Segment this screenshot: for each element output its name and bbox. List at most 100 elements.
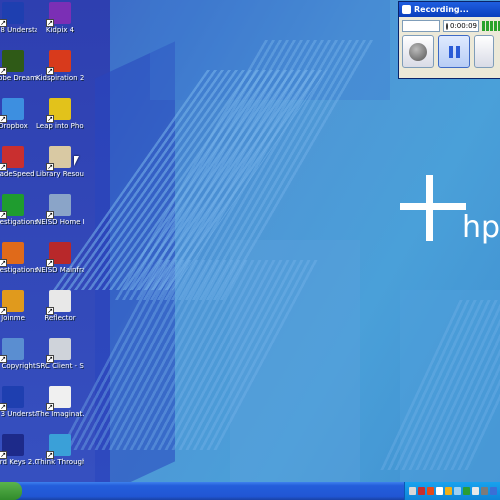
- elapsed-time-value: 0:00:09: [450, 22, 477, 30]
- dropbox-icon: ↗: [0, 98, 24, 123]
- shortcut-arrow-icon: ↗: [46, 19, 54, 27]
- tray-icon[interactable]: [418, 487, 425, 495]
- desktop-icon-label: Library Resources - ...: [36, 170, 84, 178]
- desktop-icon[interactable]: ↗NEISD Mainfra...: [36, 242, 84, 274]
- shortcut-arrow-icon: ↗: [0, 451, 7, 459]
- desktop-icon-label: Leap into Phonics: [36, 122, 84, 130]
- desktop-icon-label: Kidpix 4: [45, 26, 75, 34]
- shortcut-arrow-icon: ↗: [0, 355, 7, 363]
- globe-icon: ↗: [46, 194, 71, 219]
- tray-icon[interactable]: [463, 487, 470, 495]
- desktop-icon[interactable]: ↗4 - 8 Understandi...: [0, 2, 37, 34]
- tray-icon[interactable]: [472, 487, 479, 495]
- desktop-icon-label: NEISD Mainfra...: [36, 266, 84, 274]
- imagination-icon: ↗: [46, 386, 71, 411]
- desktop-icon[interactable]: ↗NEISD Home Page: [36, 194, 84, 226]
- mouse-cursor: [74, 156, 79, 166]
- desktop-icon-label: Word Keys 2.0: [0, 458, 37, 466]
- reflector-icon: ↗: [46, 290, 71, 315]
- joinme-icon: ↗: [0, 290, 24, 315]
- stop-button[interactable]: [474, 35, 494, 68]
- tray-icon[interactable]: [454, 487, 461, 495]
- desktop-icon[interactable]: ↗Leap into Phonics: [36, 98, 84, 130]
- aa-icon: ↗: [0, 2, 24, 27]
- shortcut-arrow-icon: ↗: [0, 403, 7, 411]
- desktop-icon-label: 4 - 8 Understandi...: [0, 26, 37, 34]
- aa-icon: ↗: [0, 386, 24, 411]
- shortcut-arrow-icon: ↗: [46, 355, 54, 363]
- audio-level-meter: [482, 21, 500, 31]
- desktop-icon-label: Adobe Dreamwea...: [0, 74, 37, 82]
- copyright-icon: ↗: [0, 338, 24, 363]
- shortcut-arrow-icon: ↗: [46, 115, 54, 123]
- system-tray: [404, 482, 500, 500]
- record-icon: [409, 42, 427, 61]
- pause-button[interactable]: [438, 35, 470, 68]
- desktop-icon[interactable]: ↗K - 3 Understandi...: [0, 386, 37, 418]
- hp-logo: hp: [400, 175, 500, 245]
- pause-icon: [448, 45, 460, 58]
- desktop-icon-label: SRC Client - SVR2: [36, 362, 84, 370]
- clock-icon: [446, 22, 448, 30]
- audio-source-dropdown[interactable]: [402, 20, 440, 32]
- desktop-icon-label: Think Through Math: [36, 458, 84, 466]
- desktop-icon-label: Reflector: [44, 314, 76, 322]
- shortcut-arrow-icon: ↗: [46, 67, 54, 75]
- tray-icon[interactable]: [436, 487, 443, 495]
- desktop-icon[interactable]: ↗Adobe Dreamwea...: [0, 50, 37, 82]
- library-icon: ↗: [46, 146, 71, 171]
- shapes-icon: ↗: [0, 242, 24, 267]
- dreamweaver-icon: ↗: [0, 50, 24, 75]
- desktop-icon-label: Dropbox: [0, 122, 28, 130]
- tray-icon[interactable]: [445, 487, 452, 495]
- desktop-icon[interactable]: ↗K2 Copyright: [0, 338, 37, 370]
- taskbar: [0, 482, 500, 500]
- tray-icon[interactable]: [481, 487, 488, 495]
- kidspiration-icon: ↗: [46, 50, 71, 75]
- kidpix-icon: ↗: [46, 2, 71, 27]
- start-button[interactable]: [0, 482, 22, 500]
- think-math-icon: ↗: [46, 434, 71, 459]
- shortcut-arrow-icon: ↗: [0, 211, 7, 219]
- record-button[interactable]: [402, 35, 434, 68]
- desktop-icon[interactable]: ↗GradeSpeed: [0, 146, 37, 178]
- desktop-icon[interactable]: ↗ Dropbox: [0, 98, 37, 130]
- tray-icon[interactable]: [409, 487, 416, 495]
- desktop-icon[interactable]: ↗ The Imaginat...: [36, 386, 84, 418]
- shortcut-arrow-icon: ↗: [0, 259, 7, 267]
- shortcut-arrow-icon: ↗: [0, 115, 7, 123]
- recording-title: Recording...: [414, 5, 469, 14]
- desktop-icon[interactable]: ↗ Reflector: [36, 290, 84, 322]
- mainframe-icon: ↗: [46, 242, 71, 267]
- desktop-icon-label: Investigations - Shapes: [0, 266, 37, 274]
- shortcut-arrow-icon: ↗: [0, 19, 7, 27]
- desktop-icon[interactable]: ↗Think Through Math: [36, 434, 84, 466]
- hp-logo-text: hp: [462, 210, 500, 245]
- tray-icon[interactable]: [490, 487, 497, 495]
- logopaths-icon: ↗: [0, 194, 24, 219]
- desktop-icon-label: K - 3 Understandi...: [0, 410, 37, 418]
- shortcut-arrow-icon: ↗: [46, 307, 54, 315]
- wordkeys-icon: ↗: [0, 434, 24, 459]
- recording-window[interactable]: Recording... 0:00:09: [398, 1, 500, 79]
- tray-icon[interactable]: [427, 487, 434, 495]
- desktop-icon[interactable]: ↗Investigations - Shapes: [0, 242, 37, 274]
- desktop-icon[interactable]: ↗ Kidpix 4: [36, 2, 84, 34]
- desktop-icon-label: Investigations LogoPaths: [0, 218, 37, 226]
- desktop-icon[interactable]: ↗Investigations LogoPaths: [0, 194, 37, 226]
- recording-titlebar[interactable]: Recording...: [399, 2, 500, 17]
- desktop-icon-label: NEISD Home Page: [36, 218, 84, 226]
- desktop-icon-label: GradeSpeed: [0, 170, 35, 178]
- src-client-icon: ↗: [46, 338, 71, 363]
- desktop-icon[interactable]: ↗SRC Client - SVR2: [36, 338, 84, 370]
- desktop-icon[interactable]: ↗ Kidspiration 2: [36, 50, 84, 82]
- desktop-icon[interactable]: ↗ Joinme: [0, 290, 37, 322]
- recorder-app-icon: [402, 5, 411, 14]
- desktop-icon-label: The Imaginat...: [36, 410, 84, 418]
- shortcut-arrow-icon: ↗: [46, 211, 54, 219]
- desktop-icon[interactable]: ↗Word Keys 2.0: [0, 434, 37, 466]
- shortcut-arrow-icon: ↗: [46, 163, 54, 171]
- desktop-icon-label: Kidspiration 2: [36, 74, 84, 82]
- shortcut-arrow-icon: ↗: [46, 451, 54, 459]
- shortcut-arrow-icon: ↗: [46, 403, 54, 411]
